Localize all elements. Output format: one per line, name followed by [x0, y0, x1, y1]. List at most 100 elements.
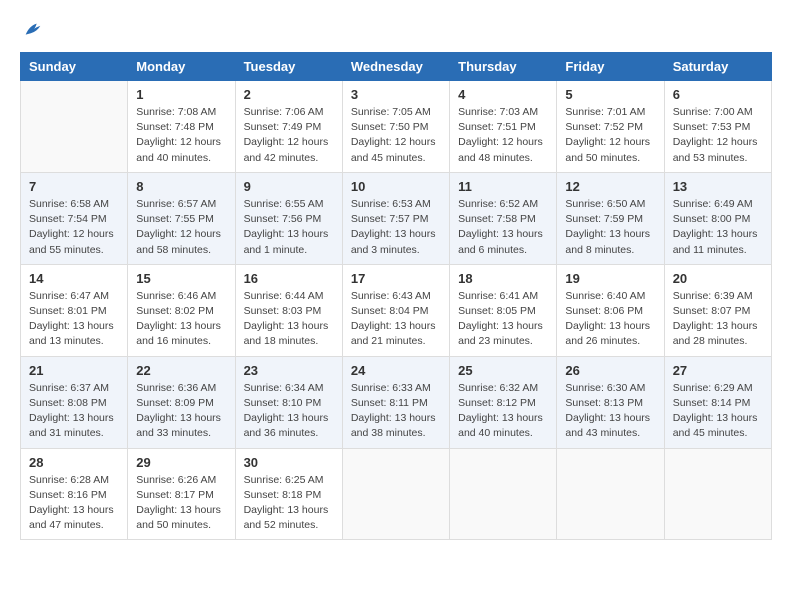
calendar-cell: 12 Sunrise: 6:50 AMSunset: 7:59 PMDayligh… — [557, 172, 664, 264]
calendar-cell — [664, 448, 771, 540]
calendar-cell: 19 Sunrise: 6:40 AMSunset: 8:06 PMDayligh… — [557, 264, 664, 356]
day-info: Sunrise: 7:01 AMSunset: 7:52 PMDaylight:… — [565, 105, 655, 166]
day-number: 26 — [565, 363, 655, 378]
col-saturday: Saturday — [664, 53, 771, 81]
calendar-cell: 16 Sunrise: 6:44 AMSunset: 8:03 PMDayligh… — [235, 264, 342, 356]
logo — [20, 20, 44, 42]
calendar-week-1: 7 Sunrise: 6:58 AMSunset: 7:54 PMDaylight… — [21, 172, 772, 264]
day-info: Sunrise: 6:33 AMSunset: 8:11 PMDaylight:… — [351, 381, 441, 442]
calendar-cell — [557, 448, 664, 540]
day-info: Sunrise: 6:57 AMSunset: 7:55 PMDaylight:… — [136, 197, 226, 258]
day-number: 28 — [29, 455, 119, 470]
calendar-cell: 3 Sunrise: 7:05 AMSunset: 7:50 PMDaylight… — [342, 81, 449, 173]
calendar-week-4: 28 Sunrise: 6:28 AMSunset: 8:16 PMDayligh… — [21, 448, 772, 540]
day-info: Sunrise: 6:36 AMSunset: 8:09 PMDaylight:… — [136, 381, 226, 442]
day-number: 25 — [458, 363, 548, 378]
day-number: 16 — [244, 271, 334, 286]
day-info: Sunrise: 6:58 AMSunset: 7:54 PMDaylight:… — [29, 197, 119, 258]
calendar-cell: 18Sunrise: 6:41 AMSunset: 8:05 PMDayligh… — [450, 264, 557, 356]
calendar-cell: 11Sunrise: 6:52 AMSunset: 7:58 PMDayligh… — [450, 172, 557, 264]
calendar-cell: 28 Sunrise: 6:28 AMSunset: 8:16 PMDayligh… — [21, 448, 128, 540]
calendar-cell: 6 Sunrise: 7:00 AMSunset: 7:53 PMDaylight… — [664, 81, 771, 173]
col-thursday: Thursday — [450, 53, 557, 81]
day-number: 15 — [136, 271, 226, 286]
day-info: Sunrise: 6:43 AMSunset: 8:04 PMDaylight:… — [351, 289, 441, 350]
day-info: Sunrise: 7:08 AMSunset: 7:48 PMDaylight:… — [136, 105, 226, 166]
day-info: Sunrise: 7:05 AMSunset: 7:50 PMDaylight:… — [351, 105, 441, 166]
calendar-cell: 10 Sunrise: 6:53 AMSunset: 7:57 PMDayligh… — [342, 172, 449, 264]
day-info: Sunrise: 6:32 AMSunset: 8:12 PMDaylight:… — [458, 381, 548, 442]
calendar-cell: 30 Sunrise: 6:25 AMSunset: 8:18 PMDayligh… — [235, 448, 342, 540]
day-info: Sunrise: 7:03 AMSunset: 7:51 PMDaylight:… — [458, 105, 548, 166]
calendar-cell — [21, 81, 128, 173]
day-number: 14 — [29, 271, 119, 286]
calendar-cell — [450, 448, 557, 540]
day-number: 6 — [673, 87, 763, 102]
day-info: Sunrise: 6:55 AMSunset: 7:56 PMDaylight:… — [244, 197, 334, 258]
col-monday: Monday — [128, 53, 235, 81]
day-info: Sunrise: 6:47 AMSunset: 8:01 PMDaylight:… — [29, 289, 119, 350]
day-number: 10 — [351, 179, 441, 194]
calendar-cell: 20 Sunrise: 6:39 AMSunset: 8:07 PMDayligh… — [664, 264, 771, 356]
day-number: 2 — [244, 87, 334, 102]
calendar-wrapper: Sunday Monday Tuesday Wednesday Thursday… — [0, 0, 792, 612]
logo-bird-icon — [22, 20, 44, 42]
day-number: 19 — [565, 271, 655, 286]
calendar-cell: 24 Sunrise: 6:33 AMSunset: 8:11 PMDayligh… — [342, 356, 449, 448]
day-info: Sunrise: 6:28 AMSunset: 8:16 PMDaylight:… — [29, 473, 119, 534]
day-number: 21 — [29, 363, 119, 378]
calendar-cell: 9 Sunrise: 6:55 AMSunset: 7:56 PMDaylight… — [235, 172, 342, 264]
calendar-cell: 29Sunrise: 6:26 AMSunset: 8:17 PMDayligh… — [128, 448, 235, 540]
header-row: Sunday Monday Tuesday Wednesday Thursday… — [21, 53, 772, 81]
day-number: 7 — [29, 179, 119, 194]
calendar-cell: 1 Sunrise: 7:08 AMSunset: 7:48 PMDaylight… — [128, 81, 235, 173]
calendar-week-2: 14 Sunrise: 6:47 AMSunset: 8:01 PMDayligh… — [21, 264, 772, 356]
day-number: 22 — [136, 363, 226, 378]
day-info: Sunrise: 6:30 AMSunset: 8:13 PMDaylight:… — [565, 381, 655, 442]
calendar-week-3: 21 Sunrise: 6:37 AMSunset: 8:08 PMDayligh… — [21, 356, 772, 448]
day-number: 23 — [244, 363, 334, 378]
calendar-cell: 26 Sunrise: 6:30 AMSunset: 8:13 PMDayligh… — [557, 356, 664, 448]
day-number: 20 — [673, 271, 763, 286]
day-number: 8 — [136, 179, 226, 194]
day-number: 13 — [673, 179, 763, 194]
calendar-cell: 22 Sunrise: 6:36 AMSunset: 8:09 PMDayligh… — [128, 356, 235, 448]
day-info: Sunrise: 6:53 AMSunset: 7:57 PMDaylight:… — [351, 197, 441, 258]
calendar-cell — [342, 448, 449, 540]
day-number: 30 — [244, 455, 334, 470]
calendar-cell: 27Sunrise: 6:29 AMSunset: 8:14 PMDayligh… — [664, 356, 771, 448]
day-info: Sunrise: 6:44 AMSunset: 8:03 PMDaylight:… — [244, 289, 334, 350]
day-info: Sunrise: 6:37 AMSunset: 8:08 PMDaylight:… — [29, 381, 119, 442]
calendar-cell: 25 Sunrise: 6:32 AMSunset: 8:12 PMDayligh… — [450, 356, 557, 448]
day-info: Sunrise: 6:25 AMSunset: 8:18 PMDaylight:… — [244, 473, 334, 534]
calendar-week-0: 1 Sunrise: 7:08 AMSunset: 7:48 PMDaylight… — [21, 81, 772, 173]
col-friday: Friday — [557, 53, 664, 81]
day-info: Sunrise: 6:40 AMSunset: 8:06 PMDaylight:… — [565, 289, 655, 350]
day-number: 29 — [136, 455, 226, 470]
calendar-cell: 13 Sunrise: 6:49 AMSunset: 8:00 PMDayligh… — [664, 172, 771, 264]
day-info: Sunrise: 6:49 AMSunset: 8:00 PMDaylight:… — [673, 197, 763, 258]
day-number: 17 — [351, 271, 441, 286]
day-info: Sunrise: 6:46 AMSunset: 8:02 PMDaylight:… — [136, 289, 226, 350]
day-number: 1 — [136, 87, 226, 102]
calendar-cell: 5Sunrise: 7:01 AMSunset: 7:52 PMDaylight… — [557, 81, 664, 173]
calendar-cell: 14 Sunrise: 6:47 AMSunset: 8:01 PMDayligh… — [21, 264, 128, 356]
col-wednesday: Wednesday — [342, 53, 449, 81]
day-number: 9 — [244, 179, 334, 194]
day-info: Sunrise: 7:00 AMSunset: 7:53 PMDaylight:… — [673, 105, 763, 166]
header-section — [20, 20, 772, 42]
day-number: 12 — [565, 179, 655, 194]
day-info: Sunrise: 6:39 AMSunset: 8:07 PMDaylight:… — [673, 289, 763, 350]
calendar-cell: 4 Sunrise: 7:03 AMSunset: 7:51 PMDaylight… — [450, 81, 557, 173]
day-number: 24 — [351, 363, 441, 378]
day-info: Sunrise: 6:50 AMSunset: 7:59 PMDaylight:… — [565, 197, 655, 258]
col-sunday: Sunday — [21, 53, 128, 81]
day-number: 4 — [458, 87, 548, 102]
day-number: 3 — [351, 87, 441, 102]
day-number: 27 — [673, 363, 763, 378]
calendar-cell: 15 Sunrise: 6:46 AMSunset: 8:02 PMDayligh… — [128, 264, 235, 356]
day-number: 18 — [458, 271, 548, 286]
day-info: Sunrise: 7:06 AMSunset: 7:49 PMDaylight:… — [244, 105, 334, 166]
day-info: Sunrise: 6:52 AMSunset: 7:58 PMDaylight:… — [458, 197, 548, 258]
calendar-cell: 17 Sunrise: 6:43 AMSunset: 8:04 PMDayligh… — [342, 264, 449, 356]
